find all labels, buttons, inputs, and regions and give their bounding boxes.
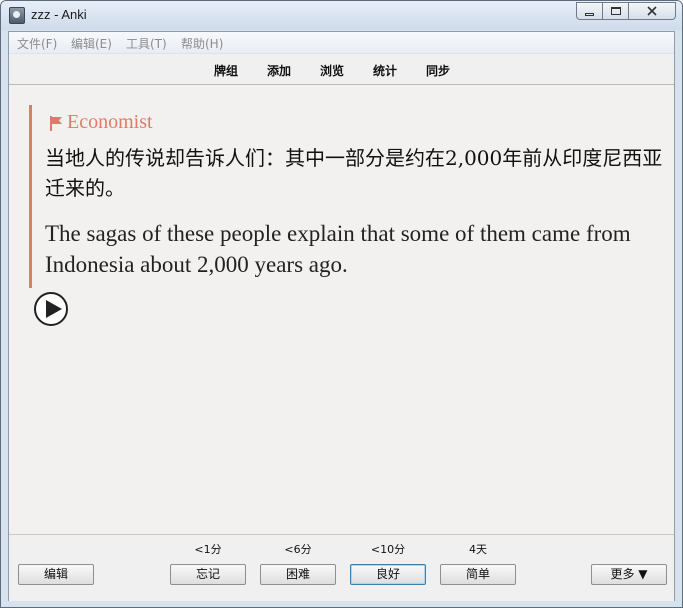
card-view: Economist 当地人的传说却告诉人们：其中一部分是约在2,000年前从印度… bbox=[9, 85, 674, 533]
play-icon bbox=[46, 300, 62, 318]
client-area: 文件(F) 编辑(E) 工具(T) 帮助(H) 牌组 添加 浏览 统计 同步 E… bbox=[8, 31, 675, 601]
english-sentence: The sagas of these people explain that s… bbox=[45, 221, 631, 277]
source-label: Economist bbox=[67, 111, 153, 133]
minimize-button[interactable] bbox=[576, 2, 603, 20]
anki-app-icon[interactable] bbox=[9, 7, 25, 24]
toolbar-sync[interactable]: 同步 bbox=[426, 62, 450, 79]
again-button[interactable]: 忘记 bbox=[170, 564, 246, 585]
toolbar-browse[interactable]: 浏览 bbox=[320, 62, 344, 79]
card-content: Economist 当地人的传说却告诉人们：其中一部分是约在2,000年前从印度… bbox=[29, 105, 662, 288]
menu-edit[interactable]: 编辑(E) bbox=[71, 35, 112, 52]
card-source: Economist bbox=[48, 111, 153, 134]
menu-tools[interactable]: 工具(T) bbox=[126, 35, 167, 52]
easy-button[interactable]: 简单 bbox=[440, 564, 516, 585]
toolbar-stats[interactable]: 统计 bbox=[373, 62, 397, 79]
good-button[interactable]: 良好 bbox=[350, 564, 426, 585]
window-title: zzz - Anki bbox=[31, 7, 87, 22]
play-audio-button[interactable] bbox=[34, 292, 68, 326]
minimize-icon bbox=[585, 12, 594, 16]
title-bar[interactable]: zzz - Anki bbox=[1, 1, 682, 30]
menu-bar: 文件(F) 编辑(E) 工具(T) 帮助(H) bbox=[9, 32, 674, 54]
maximize-button[interactable] bbox=[603, 2, 629, 20]
close-icon bbox=[647, 6, 657, 16]
more-button[interactable]: 更多 ▼ bbox=[591, 564, 667, 585]
toolbar-add[interactable]: 添加 bbox=[267, 62, 291, 79]
edit-button[interactable]: 编辑 bbox=[18, 564, 94, 585]
due-hard: <6分 bbox=[284, 543, 312, 556]
menu-help[interactable]: 帮助(H) bbox=[181, 35, 223, 52]
review-bar: 编辑 <1分 忘记 <6分 困难 <10分 良好 4天 简单 更多 ▼ bbox=[9, 534, 674, 601]
maximize-icon bbox=[610, 7, 621, 15]
chinese-sentence: 当地人的传说却告诉人们：其中一部分是约在2,000年前从印度尼西亚迁来的。 bbox=[45, 146, 663, 200]
anki-window: zzz - Anki 文件(F) 编辑(E) 工具(T) 帮助(H) 牌组 添加… bbox=[0, 0, 683, 608]
due-again: <1分 bbox=[194, 543, 222, 556]
hard-button[interactable]: 困难 bbox=[260, 564, 336, 585]
flag-icon bbox=[50, 115, 62, 131]
close-button[interactable] bbox=[629, 2, 676, 20]
due-good: <10分 bbox=[370, 543, 406, 556]
menu-file[interactable]: 文件(F) bbox=[17, 35, 57, 52]
due-easy: 4天 bbox=[469, 543, 487, 556]
main-toolbar: 牌组 添加 浏览 统计 同步 bbox=[9, 54, 674, 85]
window-controls bbox=[576, 2, 676, 21]
toolbar-decks[interactable]: 牌组 bbox=[214, 62, 238, 79]
